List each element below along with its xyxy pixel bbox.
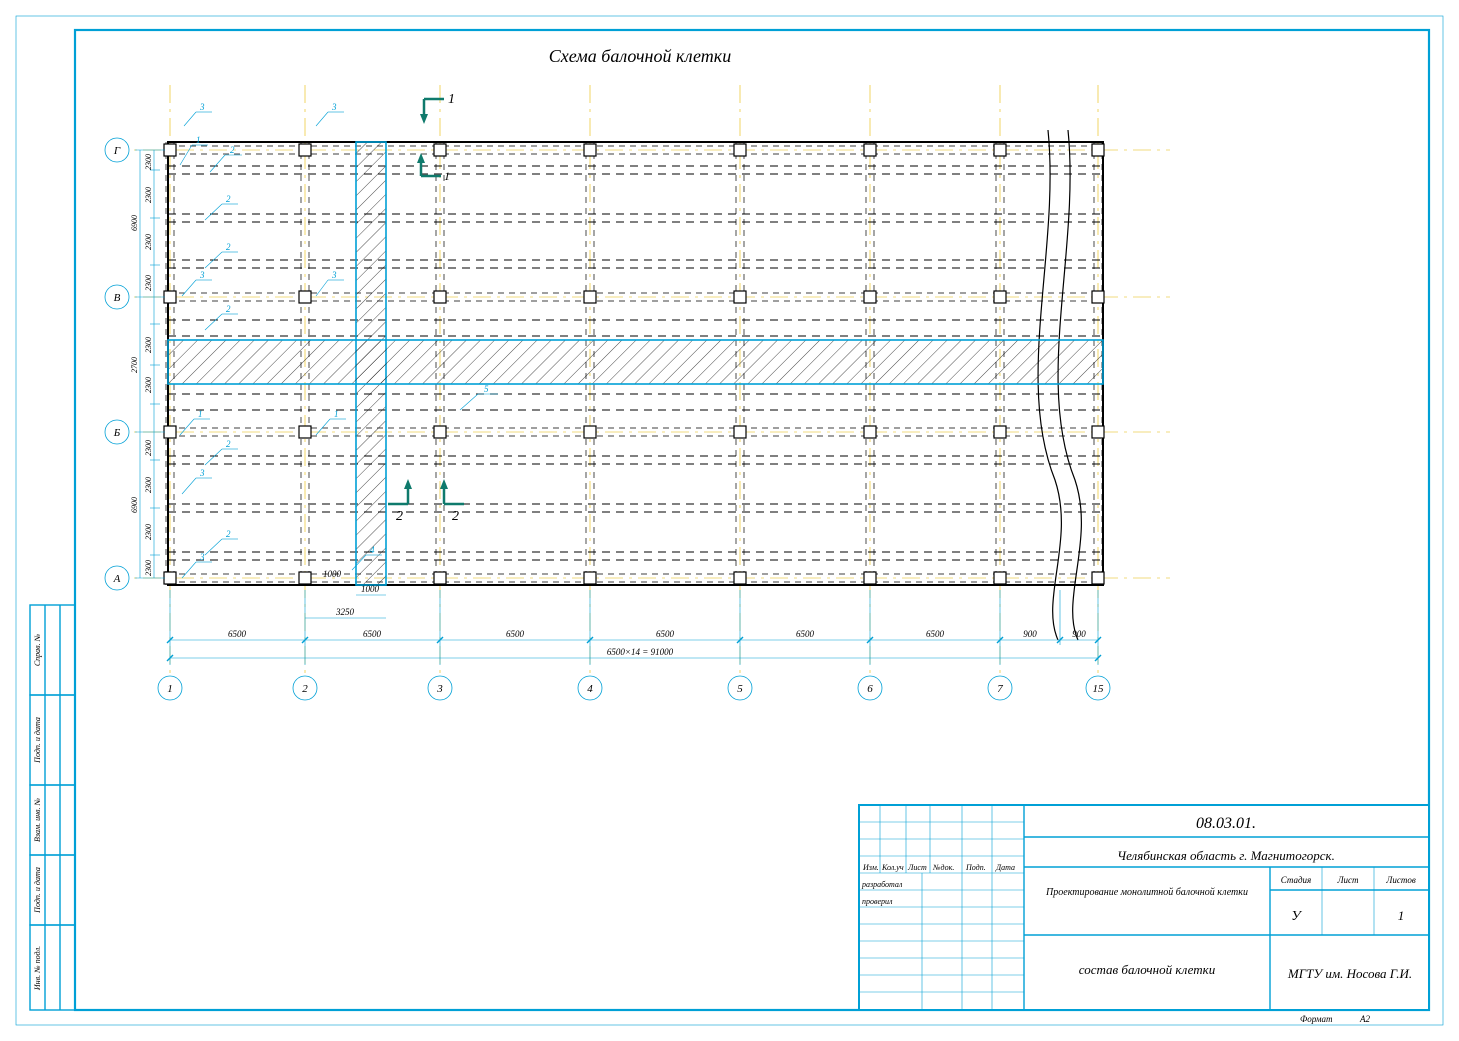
svg-text:Челябинская область г. Магнито: Челябинская область г. Магнитогорск. [1117,848,1335,863]
title-block: Изм. Кол.уч Лист №док. Подп. Дата разраб… [859,805,1429,1024]
svg-text:08.03.01.: 08.03.01. [1196,815,1256,832]
svg-text:2: 2 [452,509,459,524]
svg-text:2: 2 [396,509,403,524]
svg-text:2: 2 [226,439,231,449]
svg-text:3: 3 [199,270,205,280]
svg-text:6500: 6500 [363,629,382,639]
svg-text:Подп.: Подп. [965,863,986,872]
svg-text:№док.: №док. [932,863,954,872]
svg-text:3: 3 [199,102,205,112]
svg-text:2300: 2300 [144,234,153,250]
svg-text:2300: 2300 [144,337,153,353]
svg-text:проверил: проверил [862,897,893,906]
svg-text:3: 3 [199,468,205,478]
svg-text:2300: 2300 [144,187,153,203]
svg-text:А: А [113,573,121,585]
svg-text:6500: 6500 [796,629,815,639]
svg-text:2300: 2300 [144,524,153,540]
svg-text:Лист: Лист [907,863,927,872]
svg-text:А2: А2 [1359,1014,1370,1024]
svg-text:2300: 2300 [144,477,153,493]
svg-text:6500: 6500 [228,629,247,639]
axis-bubbles-left: Г В Б А [105,138,129,590]
drawing-sheet: Схема балочной клетки [0,0,1459,1041]
svg-text:1: 1 [1398,908,1405,923]
svg-text:Взам. инв. №: Взам. инв. № [33,798,42,843]
hatched-horizontal-strip [168,340,1103,384]
drawing-title: Схема балочной клетки [549,46,731,66]
svg-text:Формат: Формат [1300,1014,1333,1024]
svg-text:Подп. и дата: Подп. и дата [33,717,42,764]
svg-text:6500: 6500 [926,629,945,639]
svg-text:1: 1 [167,683,173,695]
svg-text:15: 15 [1093,683,1105,695]
svg-text:У: У [1291,909,1302,924]
svg-text:1000: 1000 [361,584,380,594]
svg-text:3: 3 [331,102,337,112]
svg-text:2: 2 [226,194,231,204]
svg-text:900: 900 [1023,629,1037,639]
svg-text:2300: 2300 [144,275,153,291]
svg-text:2300: 2300 [144,377,153,393]
svg-text:1: 1 [198,409,203,419]
svg-text:2: 2 [226,529,231,539]
svg-text:1: 1 [196,135,201,145]
svg-text:1000: 1000 [323,569,342,579]
svg-text:Б: Б [113,427,121,439]
svg-text:Проектирование монолитной бало: Проектирование монолитной балочной клетк… [1045,887,1248,898]
svg-text:6900: 6900 [130,215,139,231]
binding-strip: Инв. № подл. Подп. и дата Взам. инв. № П… [30,605,75,1010]
svg-text:3: 3 [199,552,205,562]
svg-text:6: 6 [867,683,873,695]
dimensions-left: 6900 2700 6900 2300 2300 2300 2300 2300 … [130,150,165,578]
svg-text:4: 4 [587,683,593,695]
svg-text:Кол.уч: Кол.уч [881,863,904,872]
svg-text:1: 1 [334,409,339,419]
svg-text:2300: 2300 [144,440,153,456]
svg-text:Справ. №: Справ. № [33,633,42,666]
svg-text:4: 4 [370,545,375,555]
svg-text:Инв. № подл.: Инв. № подл. [33,946,42,991]
svg-text:5: 5 [737,683,743,695]
axis-grid [110,85,1170,685]
svg-text:2: 2 [230,145,235,155]
svg-text:1: 1 [444,169,450,183]
svg-text:5: 5 [484,384,489,394]
svg-text:состав балочной клетки: состав балочной клетки [1079,962,1216,977]
svg-text:Г: Г [113,145,121,157]
svg-text:2: 2 [226,304,231,314]
svg-text:6900: 6900 [130,497,139,513]
break-lines [1038,130,1081,640]
svg-text:Лист: Лист [1336,875,1359,885]
svg-text:2700: 2700 [130,357,139,373]
svg-text:6500×14 = 91000: 6500×14 = 91000 [607,647,674,657]
svg-text:2300: 2300 [144,560,153,576]
svg-text:2: 2 [302,683,308,695]
svg-text:3: 3 [331,270,337,280]
svg-text:6500: 6500 [656,629,675,639]
svg-text:3: 3 [436,683,443,695]
svg-text:6500: 6500 [506,629,525,639]
svg-text:7: 7 [997,683,1003,695]
svg-text:900: 900 [1072,629,1086,639]
svg-text:1: 1 [448,92,455,107]
svg-text:Изм.: Изм. [862,863,879,872]
svg-text:3250: 3250 [335,607,355,617]
svg-text:разработал: разработал [861,880,903,889]
svg-text:2: 2 [226,242,231,252]
svg-text:Стадия: Стадия [1281,875,1311,885]
svg-text:Дата: Дата [995,863,1015,872]
svg-text:МГТУ им. Носова Г.И.: МГТУ им. Носова Г.И. [1287,966,1412,981]
svg-text:В: В [114,292,121,304]
svg-text:Подп. и дата: Подп. и дата [33,867,42,914]
section-mark-2-bottom: 2 2 [388,479,464,524]
axis-bubbles-bottom: 1 2 3 4 5 6 7 15 [158,676,1110,700]
svg-text:Листов: Листов [1385,875,1416,885]
svg-text:2300: 2300 [144,154,153,170]
